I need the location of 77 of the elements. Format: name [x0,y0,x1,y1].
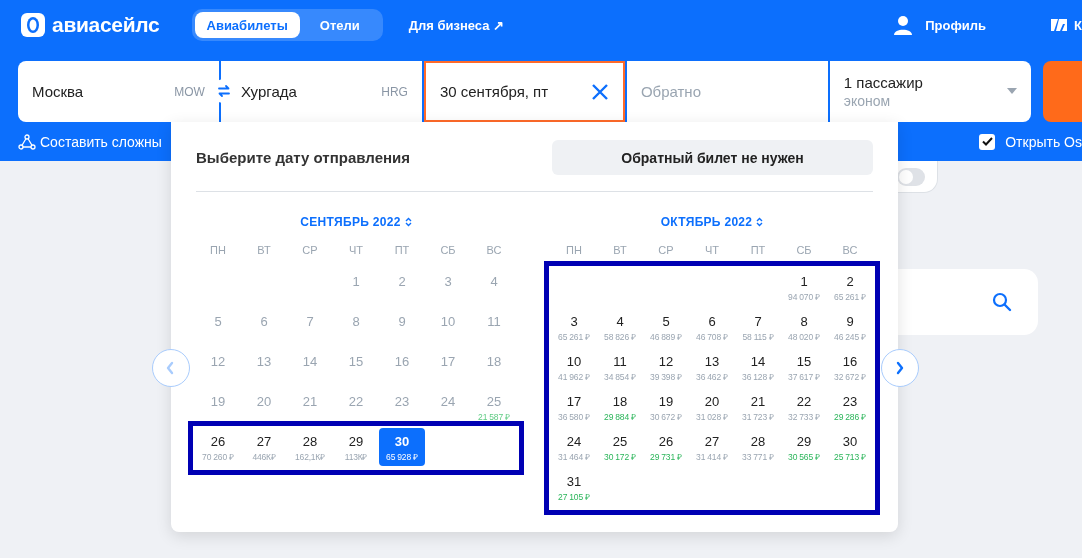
calendar-day[interactable]: 5 46 889 ₽ [643,308,689,346]
month-title[interactable]: СЕНТЯБРЬ 2022 [300,215,401,229]
weekday-label: ВС [485,244,503,256]
calendar-day[interactable]: 26 29 731 ₽ [643,428,689,466]
calendar-day[interactable]: 10 41 962 ₽ [551,348,597,386]
calendar-day[interactable]: 29 30 565 ₽ [781,428,827,466]
logo-text[interactable]: авиасейлс [52,13,160,37]
weekday-label: ВТ [612,244,628,256]
calendar-day[interactable]: 18 29 884 ₽ [597,388,643,426]
next-month-button[interactable] [881,349,919,387]
sort-caret-icon [404,217,412,227]
calendar-day[interactable]: 13 36 462 ₽ [689,348,735,386]
calendar-day[interactable]: 14 36 128 ₽ [735,348,781,386]
calendar-day[interactable]: 1 94 070 ₽ [781,268,827,306]
calendar-day[interactable]: 20 31 028 ₽ [689,388,735,426]
weekday-label: СБ [439,244,457,256]
route-icon [18,133,36,150]
calendar-day[interactable]: 4 58 826 ₽ [597,308,643,346]
calendar-day[interactable]: 26 70 260 ₽ [195,428,241,466]
calendar-day[interactable]: 29 113К₽ [333,428,379,466]
profile-link[interactable]: Профиль [925,17,987,33]
person-icon[interactable] [893,15,914,35]
origin-field[interactable]: Москва MOW [18,61,219,122]
calendar-day[interactable]: 16 32 672 ₽ [827,348,873,386]
calendar-day[interactable]: 28 33 771 ₽ [735,428,781,466]
calendar-day[interactable]: 27 31 414 ₽ [689,428,735,466]
destination-field[interactable]: Хургада HRG [220,61,422,122]
picker-title: Выберите дату отправления [196,149,410,166]
business-link[interactable]: Для бизнеса ↗ [408,17,505,33]
calendar-day[interactable]: 7 58 115 ₽ [735,308,781,346]
weekday-label: СБ [795,244,813,256]
departure-date-field[interactable]: 30 сентября, пт [423,61,625,122]
calendar-day[interactable]: 23 29 286 ₽ [827,388,873,426]
calendar-day[interactable]: 17 36 580 ₽ [551,388,597,426]
weekday-label: ВС [841,244,859,256]
search-icon[interactable] [992,292,1012,312]
weekday-label: ЧТ [703,244,721,256]
logo-icon [20,12,46,38]
toggle-switch[interactable] [897,167,925,186]
no-return-button[interactable]: Обратный билет не нужен [552,140,873,175]
weekday-label: ПТ [393,244,411,256]
calendar-day[interactable]: 8 48 020 ₽ [781,308,827,346]
checkbox-label[interactable]: Открыть Os [1005,133,1082,150]
calendar-day[interactable]: 15 37 617 ₽ [781,348,827,386]
calendar-day[interactable]: 2 65 261 ₽ [827,268,873,306]
month-title[interactable]: ОКТЯБРЬ 2022 [660,215,753,229]
calendar-day[interactable]: 30 65 928 ₽ [379,428,425,466]
weekday-label: ПТ [749,244,767,256]
calendar-day[interactable]: 24 31 464 ₽ [551,428,597,466]
nav-link[interactable]: К [1074,17,1082,33]
weekday-label: ЧТ [347,244,365,256]
sort-caret-icon [756,217,764,227]
close-icon[interactable] [590,82,609,101]
weekday-label: СР [657,244,675,256]
weekday-label: СР [301,244,319,256]
calendar-day[interactable]: 12 39 398 ₽ [643,348,689,386]
calendar-day[interactable]: 3 65 261 ₽ [551,308,597,346]
weekday-label: ПН [209,244,227,256]
caret-icon [1006,88,1017,94]
calendar-day[interactable]: 28 162,1К₽ [287,428,333,466]
checkbox[interactable] [979,133,996,150]
nav-tab[interactable]: Авиабилеты [194,12,300,38]
calendar-day[interactable]: 6 46 708 ₽ [689,308,735,346]
calendar-day[interactable]: 19 30 672 ₽ [643,388,689,426]
weekday-label: ПН [565,244,583,256]
weekday-label: ВТ [256,244,272,256]
calendar-day[interactable]: 27 446К₽ [241,428,287,466]
calendar-day[interactable]: 31 27 105 ₽ [551,468,597,506]
calendar-day[interactable]: 11 34 854 ₽ [597,348,643,386]
calendar-day[interactable]: 25 30 172 ₽ [597,428,643,466]
passengers-field[interactable]: 1 пассажир эконом [829,61,1031,122]
complex-route-link[interactable]: Составить сложны [40,133,162,150]
calendar-day[interactable]: 9 46 245 ₽ [827,308,873,346]
calendar-day[interactable]: 30 25 713 ₽ [827,428,873,466]
calendar-day[interactable]: 21 31 723 ₽ [735,388,781,426]
calendar-day[interactable]: 22 32 733 ₽ [781,388,827,426]
stripes-icon[interactable] [1050,16,1069,34]
